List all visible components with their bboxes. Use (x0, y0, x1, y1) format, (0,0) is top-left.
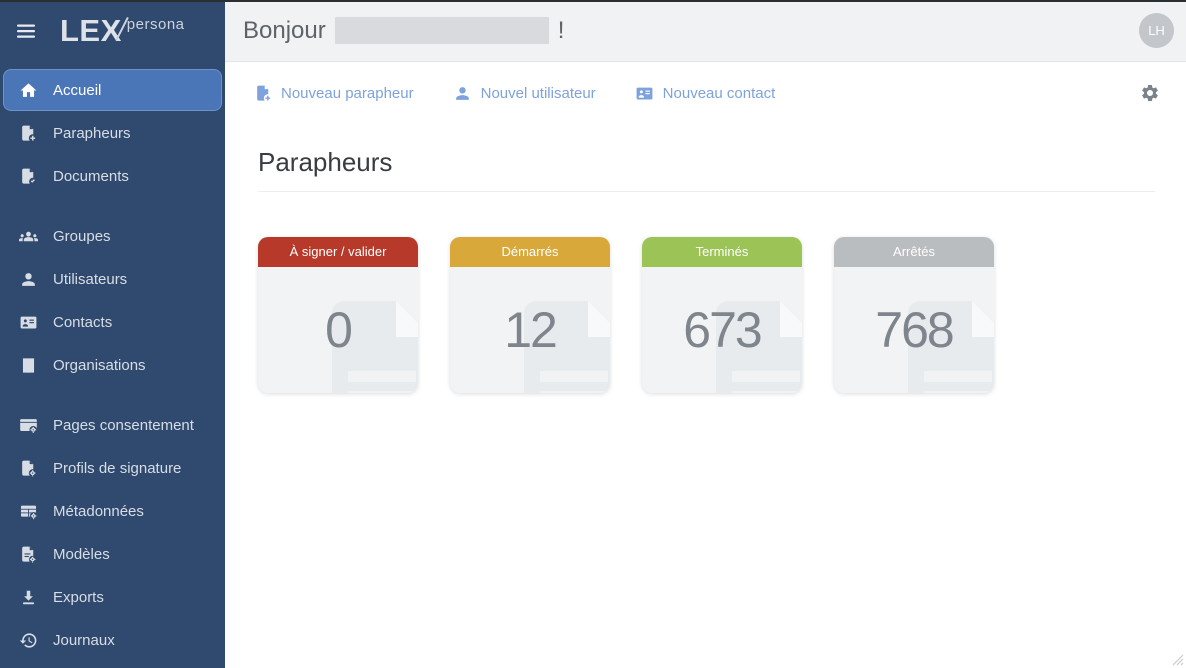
stat-card-header: Arrêtés (834, 237, 994, 267)
lex-persona-logo[interactable]: LEX persona (60, 14, 185, 48)
gear-icon[interactable] (1140, 83, 1160, 103)
groups-icon (17, 226, 39, 246)
quick-actions-toolbar: Nouveau parapheur Nouvel utilisateur Nou… (225, 63, 1186, 103)
new-user-link[interactable]: Nouvel utilisateur (452, 83, 596, 103)
sidebar-item-label: Contacts (53, 314, 112, 331)
person-icon (452, 83, 474, 103)
page-gear-icon (17, 415, 39, 435)
document-check-icon (17, 166, 39, 186)
stat-card-value: 673 (683, 301, 760, 359)
sidebar-item-organisations[interactable]: Organisations (3, 344, 222, 386)
stat-card-body: 768 (834, 267, 994, 393)
sidebar-item-journaux[interactable]: Journaux (3, 619, 222, 661)
menu-icon[interactable] (14, 19, 38, 43)
sidebar-item-label: Documents (53, 168, 129, 185)
avatar[interactable]: LH (1139, 13, 1174, 48)
sidebar-item-profils-signature[interactable]: Profils de signature (3, 447, 222, 489)
sidebar-item-pages-consentement[interactable]: Pages consentement (3, 404, 222, 446)
sidebar-item-documents[interactable]: Documents (3, 155, 222, 197)
stat-card-value: 12 (504, 301, 556, 359)
home-icon (17, 80, 39, 100)
sidebar-nav: Accueil Parapheurs (0, 62, 225, 668)
sidebar-item-parapheurs[interactable]: Parapheurs (3, 112, 222, 154)
stat-card-body: 12 (450, 267, 610, 393)
logo-persona-text: persona (127, 16, 185, 33)
action-label: Nouvel utilisateur (481, 85, 596, 102)
resize-grip[interactable] (1171, 653, 1184, 666)
stat-card-header: Terminés (642, 237, 802, 267)
sidebar-header: LEX persona (0, 0, 225, 62)
person-icon (17, 269, 39, 289)
greeting-punctuation: ! (558, 17, 565, 45)
sidebar-item-label: Utilisateurs (53, 271, 127, 288)
redacted-username (335, 17, 549, 44)
sidebar: LEX persona Accueil Parapheurs (0, 0, 225, 668)
sidebar-item-label: Profils de signature (53, 460, 181, 477)
sidebar-item-label: Organisations (53, 357, 146, 374)
stat-card-demarres[interactable]: Démarrés 12 (450, 237, 610, 393)
stat-card-header: Démarrés (450, 237, 610, 267)
building-icon (17, 355, 39, 375)
sidebar-item-groupes[interactable]: Groupes (3, 215, 222, 257)
logo-lex-text: LEX (60, 14, 122, 48)
sidebar-item-label: Parapheurs (53, 125, 131, 142)
sidebar-item-label: Accueil (53, 82, 101, 99)
parapheurs-section: Parapheurs À signer / valider 0 Dém (225, 147, 1186, 393)
stat-cards-row: À signer / valider 0 Démarrés (258, 237, 1155, 393)
action-label: Nouveau parapheur (281, 85, 414, 102)
action-label: Nouveau contact (663, 85, 776, 102)
greeting: Bonjour ! (243, 17, 564, 45)
download-icon (17, 587, 39, 607)
main-content: Nouveau parapheur Nouvel utilisateur Nou… (225, 63, 1186, 668)
stat-card-value: 0 (325, 301, 351, 359)
section-title: Parapheurs (258, 147, 1155, 178)
stat-card-header: À signer / valider (258, 237, 418, 267)
sidebar-item-utilisateurs[interactable]: Utilisateurs (3, 258, 222, 300)
greeting-text: Bonjour (243, 17, 326, 45)
sidebar-item-exports[interactable]: Exports (3, 576, 222, 618)
section-divider (258, 191, 1155, 192)
sidebar-item-label: Pages consentement (53, 417, 194, 434)
stat-card-arretes[interactable]: Arrêtés 768 (834, 237, 994, 393)
table-gear-icon (17, 501, 39, 521)
sidebar-item-label: Journaux (53, 632, 115, 649)
history-icon (17, 630, 39, 650)
new-contact-link[interactable]: Nouveau contact (634, 83, 776, 103)
stat-card-value: 768 (875, 301, 952, 359)
new-parapheur-link[interactable]: Nouveau parapheur (252, 83, 414, 103)
sidebar-item-metadonnees[interactable]: Métadonnées (3, 490, 222, 532)
contact-card-icon (17, 312, 39, 332)
stat-card-body: 673 (642, 267, 802, 393)
template-gear-icon (17, 544, 39, 564)
sidebar-item-label: Métadonnées (53, 503, 144, 520)
sidebar-item-label: Groupes (53, 228, 111, 245)
sidebar-item-accueil[interactable]: Accueil (3, 69, 222, 111)
sidebar-item-modeles[interactable]: Modèles (3, 533, 222, 575)
sidebar-item-contacts[interactable]: Contacts (3, 301, 222, 343)
stat-card-body: 0 (258, 267, 418, 393)
contact-card-icon (634, 83, 656, 103)
sidebar-item-label: Exports (53, 589, 104, 606)
window-top-edge (0, 0, 1186, 2)
file-gear-icon (17, 458, 39, 478)
sidebar-item-label: Modèles (53, 546, 110, 563)
page-header: Bonjour ! LH (225, 0, 1186, 62)
document-add-icon (17, 123, 39, 143)
stat-card-termines[interactable]: Terminés 673 (642, 237, 802, 393)
stat-card-a-signer[interactable]: À signer / valider 0 (258, 237, 418, 393)
document-add-icon (252, 83, 274, 103)
